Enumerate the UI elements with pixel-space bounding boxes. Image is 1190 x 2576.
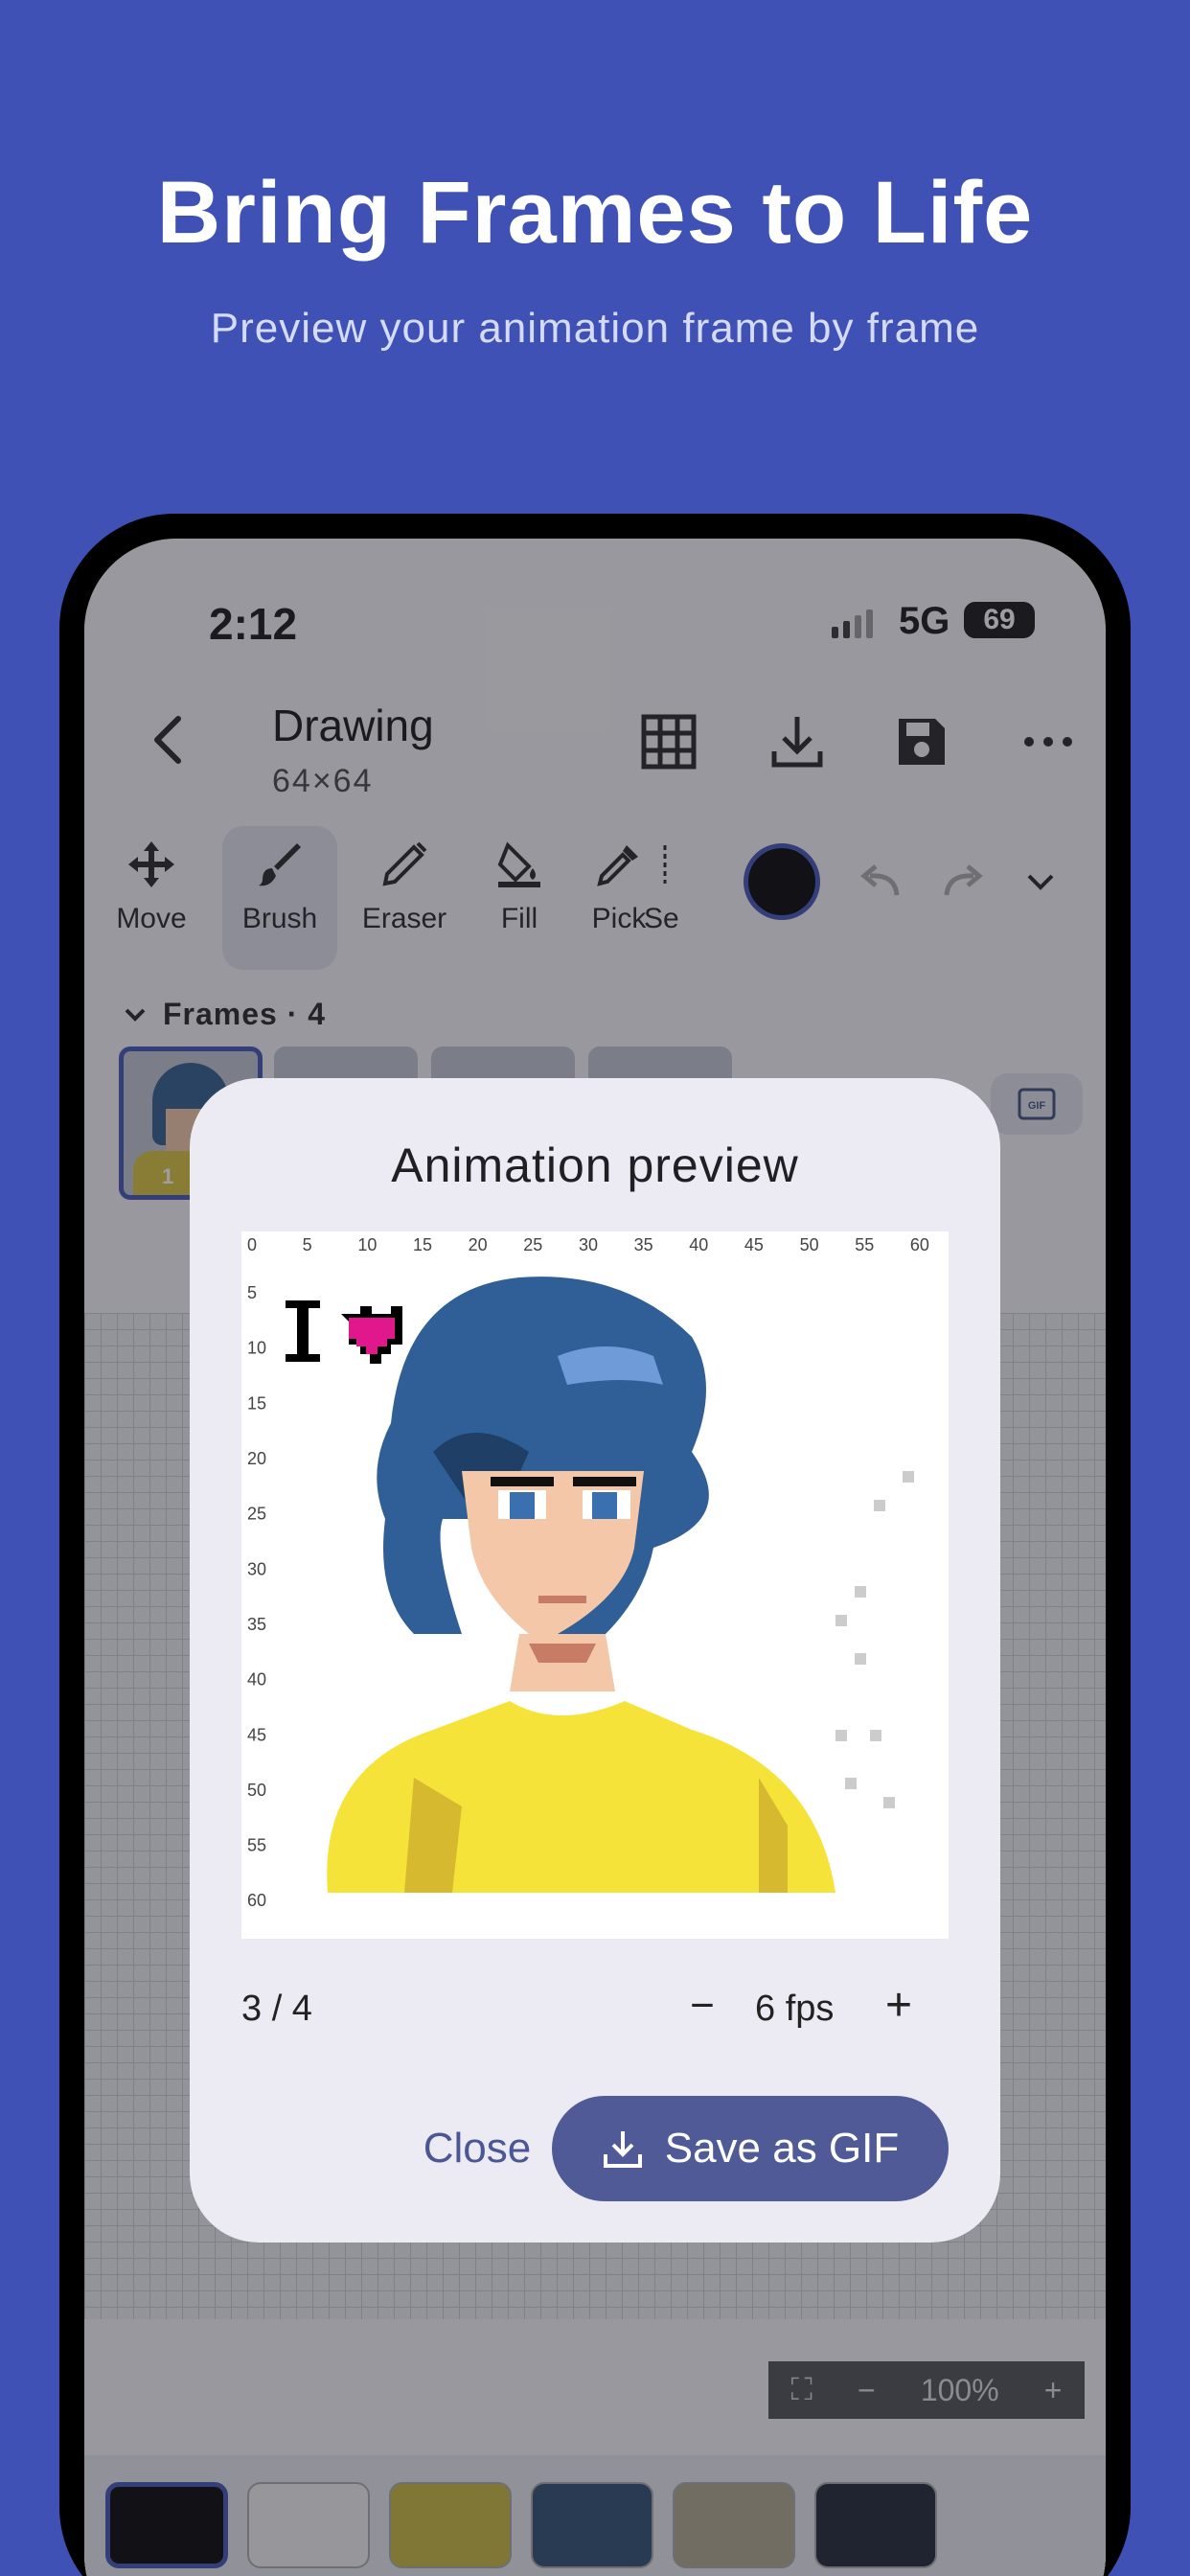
ruler-x-tick: 10 — [357, 1235, 377, 1254]
i-love-text — [286, 1300, 402, 1364]
download-icon — [603, 2131, 642, 2168]
hero-title: Bring Frames to Life — [156, 164, 1034, 262]
ruler-x-tick: 60 — [910, 1235, 929, 1254]
ruler-x-tick: 0 — [247, 1235, 257, 1254]
ruler-y-tick: 25 — [247, 1505, 266, 1524]
animation-preview-image: 0 5 10 15 20 25 30 35 40 45 50 55 60 5 10 15 20 25 30 35 40… — [241, 1231, 949, 1939]
ruler-x-tick: 35 — [634, 1235, 653, 1254]
ruler-y-tick: 5 — [247, 1283, 257, 1302]
ruler-x-tick: 25 — [523, 1235, 542, 1254]
ruler-x-tick: 55 — [855, 1235, 874, 1254]
ruler-x-tick: 5 — [303, 1235, 312, 1254]
ruler-y-tick: 20 — [247, 1449, 266, 1468]
close-button[interactable]: Close — [381, 2096, 573, 2201]
sparkle-pixels — [835, 1471, 914, 1808]
ruler-x: 0 5 10 15 20 25 30 35 40 45 50 55 60 — [247, 1235, 929, 1254]
fps-decrease-button[interactable]: − — [678, 1983, 726, 2031]
dialog-title: Animation preview — [391, 1138, 799, 1192]
ruler-y-tick: 35 — [247, 1615, 266, 1634]
ruler-y-tick: 55 — [247, 1836, 266, 1855]
ruler-y-tick: 60 — [247, 1891, 266, 1910]
ruler-y-tick: 50 — [247, 1781, 266, 1800]
ruler-x-tick: 50 — [800, 1235, 819, 1254]
ruler-y: 5 10 15 20 25 30 35 40 45 50 55 60 — [247, 1283, 266, 1910]
ruler-x-tick: 20 — [469, 1235, 488, 1254]
character-face — [462, 1471, 644, 1691]
hero-subtitle: Preview your animation frame by frame — [210, 305, 980, 352]
ruler-y-tick: 15 — [247, 1393, 266, 1413]
preview-canvas: 0 5 10 15 20 25 30 35 40 45 50 55 60 5 10 15 20 25 30 35 40… — [247, 1235, 929, 1910]
ruler-y-tick: 45 — [247, 1725, 266, 1744]
character-shirt — [327, 1701, 835, 1893]
fps-value: 6 fps — [755, 1989, 835, 2029]
ruler-y-tick: 40 — [247, 1670, 266, 1690]
ruler-x-tick: 40 — [689, 1235, 708, 1254]
animation-preview-dialog: Animation preview 0 5 10 15 20 25 30 35 40 45 50 55… — [190, 1078, 1000, 2242]
save-gif-label: Save as GIF — [664, 2125, 900, 2172]
ruler-y-tick: 10 — [247, 1339, 266, 1358]
ruler-x-tick: 45 — [744, 1235, 764, 1254]
ruler-x-tick: 15 — [413, 1235, 432, 1254]
frame-counter: 3 / 4 — [241, 1989, 312, 2029]
ruler-x-tick: 30 — [579, 1235, 598, 1254]
fps-increase-button[interactable]: + — [875, 1983, 923, 2031]
save-gif-button[interactable]: Save as GIF — [552, 2096, 949, 2201]
ruler-y-tick: 30 — [247, 1559, 266, 1578]
